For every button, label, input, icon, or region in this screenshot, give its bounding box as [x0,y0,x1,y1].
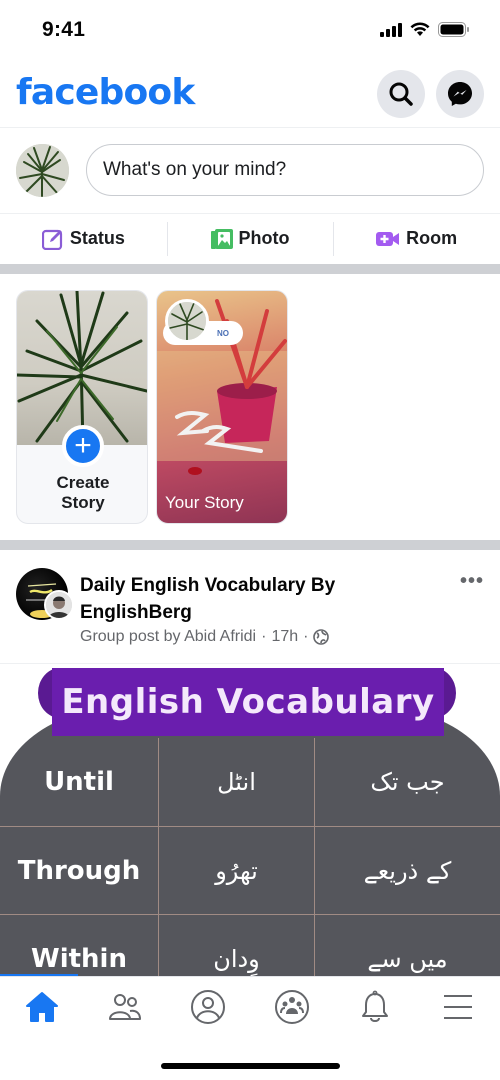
groups-icon [274,989,309,1024]
home-icon [25,991,58,1022]
wifi-icon [410,22,430,36]
messenger-icon [448,82,472,106]
create-story-label: Create Story [56,473,110,512]
vocab-meaning: جب تک [314,738,500,826]
post-options-button[interactable]: ••• [460,570,484,593]
post-author-line[interactable]: Group post by Abid Afridi [80,628,256,646]
post-meta: Group post by Abid Afridi · 17h · [80,628,330,646]
composer-actions: Status Photo Room [0,213,500,263]
status-label: Status [69,228,125,248]
photo-icon [210,228,233,249]
whats-on-your-mind-input[interactable]: What's on your mind? [86,144,484,196]
vocab-english: Through [17,855,141,886]
plant-photo-icon [17,291,147,445]
stories-tray: + Create Story NO Your Story [0,274,500,540]
room-button[interactable]: Room [333,214,500,263]
room-label: Room [406,228,458,248]
section-divider [0,540,500,550]
bottom-tab-bar [0,976,500,1036]
vocab-meaning: کے ذریعے [314,827,500,914]
status-time: 9:41 [42,18,86,41]
group-name[interactable]: Daily English Vocabulary By EnglishBerg [80,572,420,626]
create-story-card[interactable]: + Create Story [16,290,148,524]
tab-menu[interactable] [417,977,500,1036]
tab-home[interactable] [0,977,83,1036]
person-photo-icon [46,592,72,618]
your-story-avatar [165,299,209,343]
vocab-row: Through تھرُو کے ذریعے [0,826,500,914]
meta-dot: · [303,628,309,645]
tab-profile[interactable] [167,977,250,1036]
vocab-banner: English Vocabulary [52,668,444,736]
post-composer: What's on your mind? [0,128,500,212]
photo-button[interactable]: Photo [166,214,334,263]
menu-icon [444,994,473,1019]
vocab-english: Until [44,767,114,797]
messenger-button[interactable] [436,70,484,118]
vocab-english: Within [31,943,127,974]
tab-groups[interactable] [250,977,333,1036]
app-header: facebook [0,62,500,128]
vocab-meaning: میں سے [314,915,500,976]
plus-icon: + [74,429,92,462]
post-image[interactable]: English Vocabulary Until انٹل جب تک Thro… [0,664,500,976]
meta-dot: · [261,628,267,645]
battery-icon [438,22,469,37]
search-icon [389,82,413,106]
plant-photo-icon [16,144,69,197]
search-button[interactable] [377,70,425,118]
facebook-logo[interactable]: facebook [16,72,195,113]
vocab-pronunciation: انٹل [158,738,314,826]
vocab-pronunciation: وِدان [158,915,314,976]
vocab-row: Until انٹل جب تک [0,738,500,826]
video-room-icon [376,231,400,246]
cellular-signal-icon [380,22,402,37]
vocab-title: English Vocabulary [61,682,435,722]
vocab-pronunciation: تھرُو [158,827,314,914]
globe-icon [313,629,330,645]
status-button[interactable]: Status [0,214,167,263]
tab-friends[interactable] [83,977,166,1036]
friends-icon [108,993,141,1020]
author-avatar[interactable] [44,590,74,620]
bell-icon [361,990,388,1022]
edit-icon [41,229,62,250]
create-story-photo [17,291,147,445]
vocab-row: Within وِدان میں سے [0,914,500,976]
home-indicator[interactable] [161,1063,340,1069]
your-story-card[interactable]: NO Your Story [156,290,288,524]
user-avatar[interactable] [16,144,69,197]
vocab-table: Until انٹل جب تک Through تھرُو کے ذریعے … [0,738,500,976]
your-story-label: Your Story [165,493,244,512]
add-story-button[interactable]: + [62,425,104,467]
profile-icon [191,989,226,1024]
photo-label: Photo [238,228,290,248]
status-bar: 9:41 [0,0,500,62]
tab-notifications[interactable] [333,977,416,1036]
post-time[interactable]: 17h [271,628,298,646]
post-header: Daily English Vocabulary By EnglishBerg … [0,550,500,664]
section-divider [0,264,500,274]
plant-photo-icon [168,302,206,340]
status-icons [380,22,470,37]
